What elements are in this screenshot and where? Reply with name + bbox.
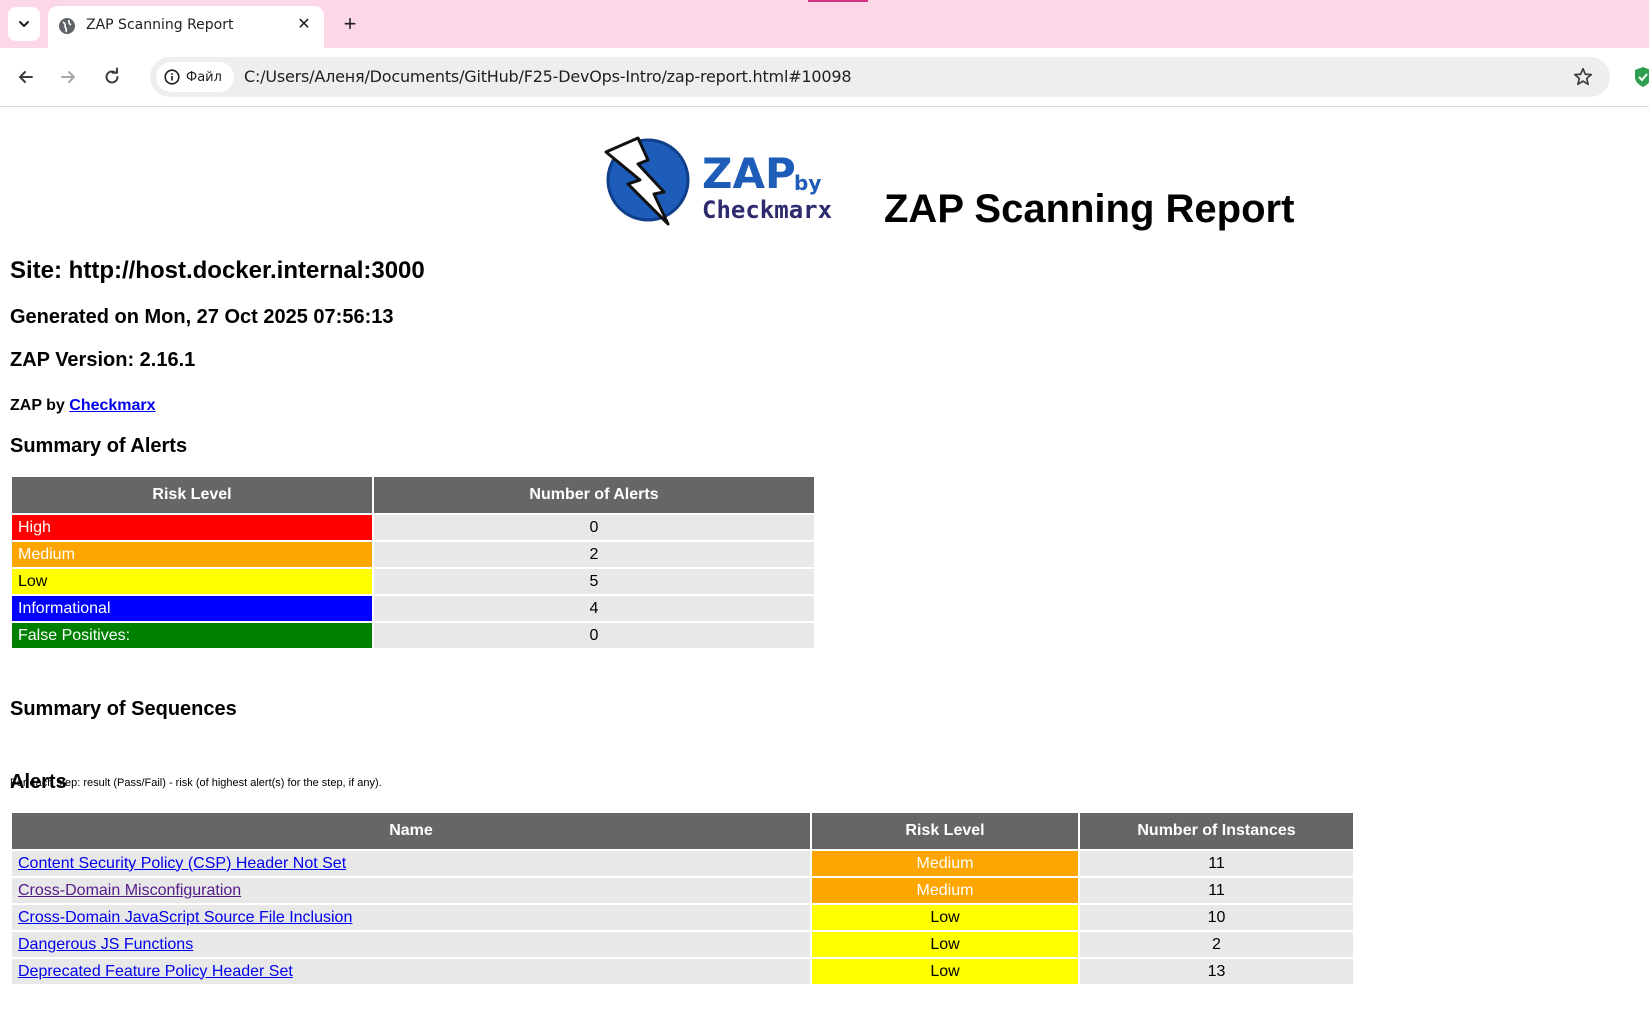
column-header-risk: Risk Level [812,813,1078,849]
browser-toolbar: Файл C:/Users/Аленя/Documents/GitHub/F25… [0,48,1649,107]
alert-link[interactable]: Dangerous JS Functions [18,936,193,953]
table-row: Cross-Domain JavaScript Source File Incl… [12,905,1353,930]
site-info-chip[interactable]: Файл [156,62,234,92]
site-info-label: Файл [186,69,222,85]
tab-strip-accent [808,0,868,2]
risk-label-low: Low [12,569,372,594]
summary-alerts-heading: Summary of Alerts [10,435,188,457]
globe-icon [59,18,75,34]
alert-link[interactable]: Cross-Domain Misconfiguration [18,882,241,899]
table-row: Content Security Policy (CSP) Header Not… [12,851,1353,876]
tab-active[interactable]: ZAP Scanning Report ✕ [48,6,324,48]
reload-button[interactable] [98,63,126,91]
site-heading: Site: http://host.docker.internal:3000 [10,257,425,284]
alert-link[interactable]: Content Security Policy (CSP) Header Not… [18,855,346,872]
risk-label-medium: Medium [12,542,372,567]
tab-title: ZAP Scanning Report [86,17,234,33]
alert-risk-cell: Medium [812,878,1078,903]
back-button[interactable] [12,63,40,91]
report-page: ZAP by Checkmarx ZAP Scanning Report Sit… [0,107,1649,1030]
zap-by-line: ZAP by Checkmarx [10,397,156,415]
alert-risk-cell: Low [812,905,1078,930]
risk-label-false-positives: False Positives: [12,623,372,648]
arrow-left-icon [19,71,33,83]
column-header-count: Number of Alerts [374,477,814,513]
logo-by-text: by [794,171,821,195]
column-header-name: Name [12,813,810,849]
new-tab-button[interactable]: + [336,10,364,38]
alert-name-cell: Cross-Domain Misconfiguration [12,878,810,903]
alerts-heading: Alerts [10,771,67,793]
summary-alerts-table: Risk Level Number of Alerts High 0 Mediu… [10,475,816,650]
column-header-risk: Risk Level [12,477,372,513]
alert-name-cell: Cross-Domain JavaScript Source File Incl… [12,905,810,930]
forward-button[interactable] [54,63,82,91]
alert-count: 2 [374,542,814,567]
shield-extension-icon[interactable] [1634,66,1649,88]
table-row: Deprecated Feature Policy Header Set Low… [12,959,1353,984]
alert-instances-cell: 2 [1080,932,1353,957]
alert-instances-cell: 10 [1080,905,1353,930]
info-icon [164,69,180,85]
logo-zap-text: ZAP [702,149,796,198]
report-title: ZAP Scanning Report [884,187,1295,231]
table-header-row: Risk Level Number of Alerts [12,477,814,513]
summary-sequences-heading: Summary of Sequences [10,698,237,720]
checkmarx-link[interactable]: Checkmarx [69,397,155,414]
alert-risk-cell: Low [812,932,1078,957]
column-header-instances: Number of Instances [1080,813,1353,849]
bookmark-star-icon[interactable] [1572,66,1594,88]
table-row: High 0 [12,515,814,540]
alert-name-cell: Deprecated Feature Policy Header Set [12,959,810,984]
url-text[interactable]: C:/Users/Аленя/Documents/GitHub/F25-DevO… [244,67,852,86]
table-row: Low 5 [12,569,814,594]
generated-heading: Generated on Mon, 27 Oct 2025 07:56:13 [10,306,394,328]
table-row: Dangerous JS Functions Low 2 [12,932,1353,957]
report-header: ZAP by Checkmarx ZAP Scanning Report [604,132,1304,232]
address-bar[interactable]: Файл C:/Users/Аленя/Documents/GitHub/F25… [150,57,1610,97]
table-row: Informational 4 [12,596,814,621]
alert-count: 4 [374,596,814,621]
alert-link[interactable]: Deprecated Feature Policy Header Set [18,963,293,980]
alert-instances-cell: 11 [1080,878,1353,903]
version-heading: ZAP Version: 2.16.1 [10,349,196,371]
alerts-table: Name Risk Level Number of Instances Cont… [10,811,1355,986]
table-header-row: Name Risk Level Number of Instances [12,813,1353,849]
chevron-down-icon [19,21,29,27]
reload-icon [105,67,119,84]
zap-by-prefix: ZAP by [10,397,70,414]
risk-label-high: High [12,515,372,540]
arrow-right-icon [61,71,75,83]
alert-count: 5 [374,569,814,594]
zap-logo: ZAP by Checkmarx [604,136,832,226]
table-row: Medium 2 [12,542,814,567]
tab-strip: ZAP Scanning Report ✕ + [0,0,1649,48]
alert-risk-cell: Medium [812,851,1078,876]
tab-search-button[interactable] [8,7,40,41]
alert-count: 0 [374,515,814,540]
alert-instances-cell: 13 [1080,959,1353,984]
table-row: Cross-Domain Misconfiguration Medium 11 [12,878,1353,903]
logo-checkmarx-text: Checkmarx [702,196,832,224]
close-icon[interactable]: ✕ [294,15,314,35]
alert-name-cell: Content Security Policy (CSP) Header Not… [12,851,810,876]
alert-instances-cell: 11 [1080,851,1353,876]
alert-link[interactable]: Cross-Domain JavaScript Source File Incl… [18,909,352,926]
alert-name-cell: Dangerous JS Functions [12,932,810,957]
alert-count: 0 [374,623,814,648]
table-row: False Positives: 0 [12,623,814,648]
alert-risk-cell: Low [812,959,1078,984]
risk-label-informational: Informational [12,596,372,621]
